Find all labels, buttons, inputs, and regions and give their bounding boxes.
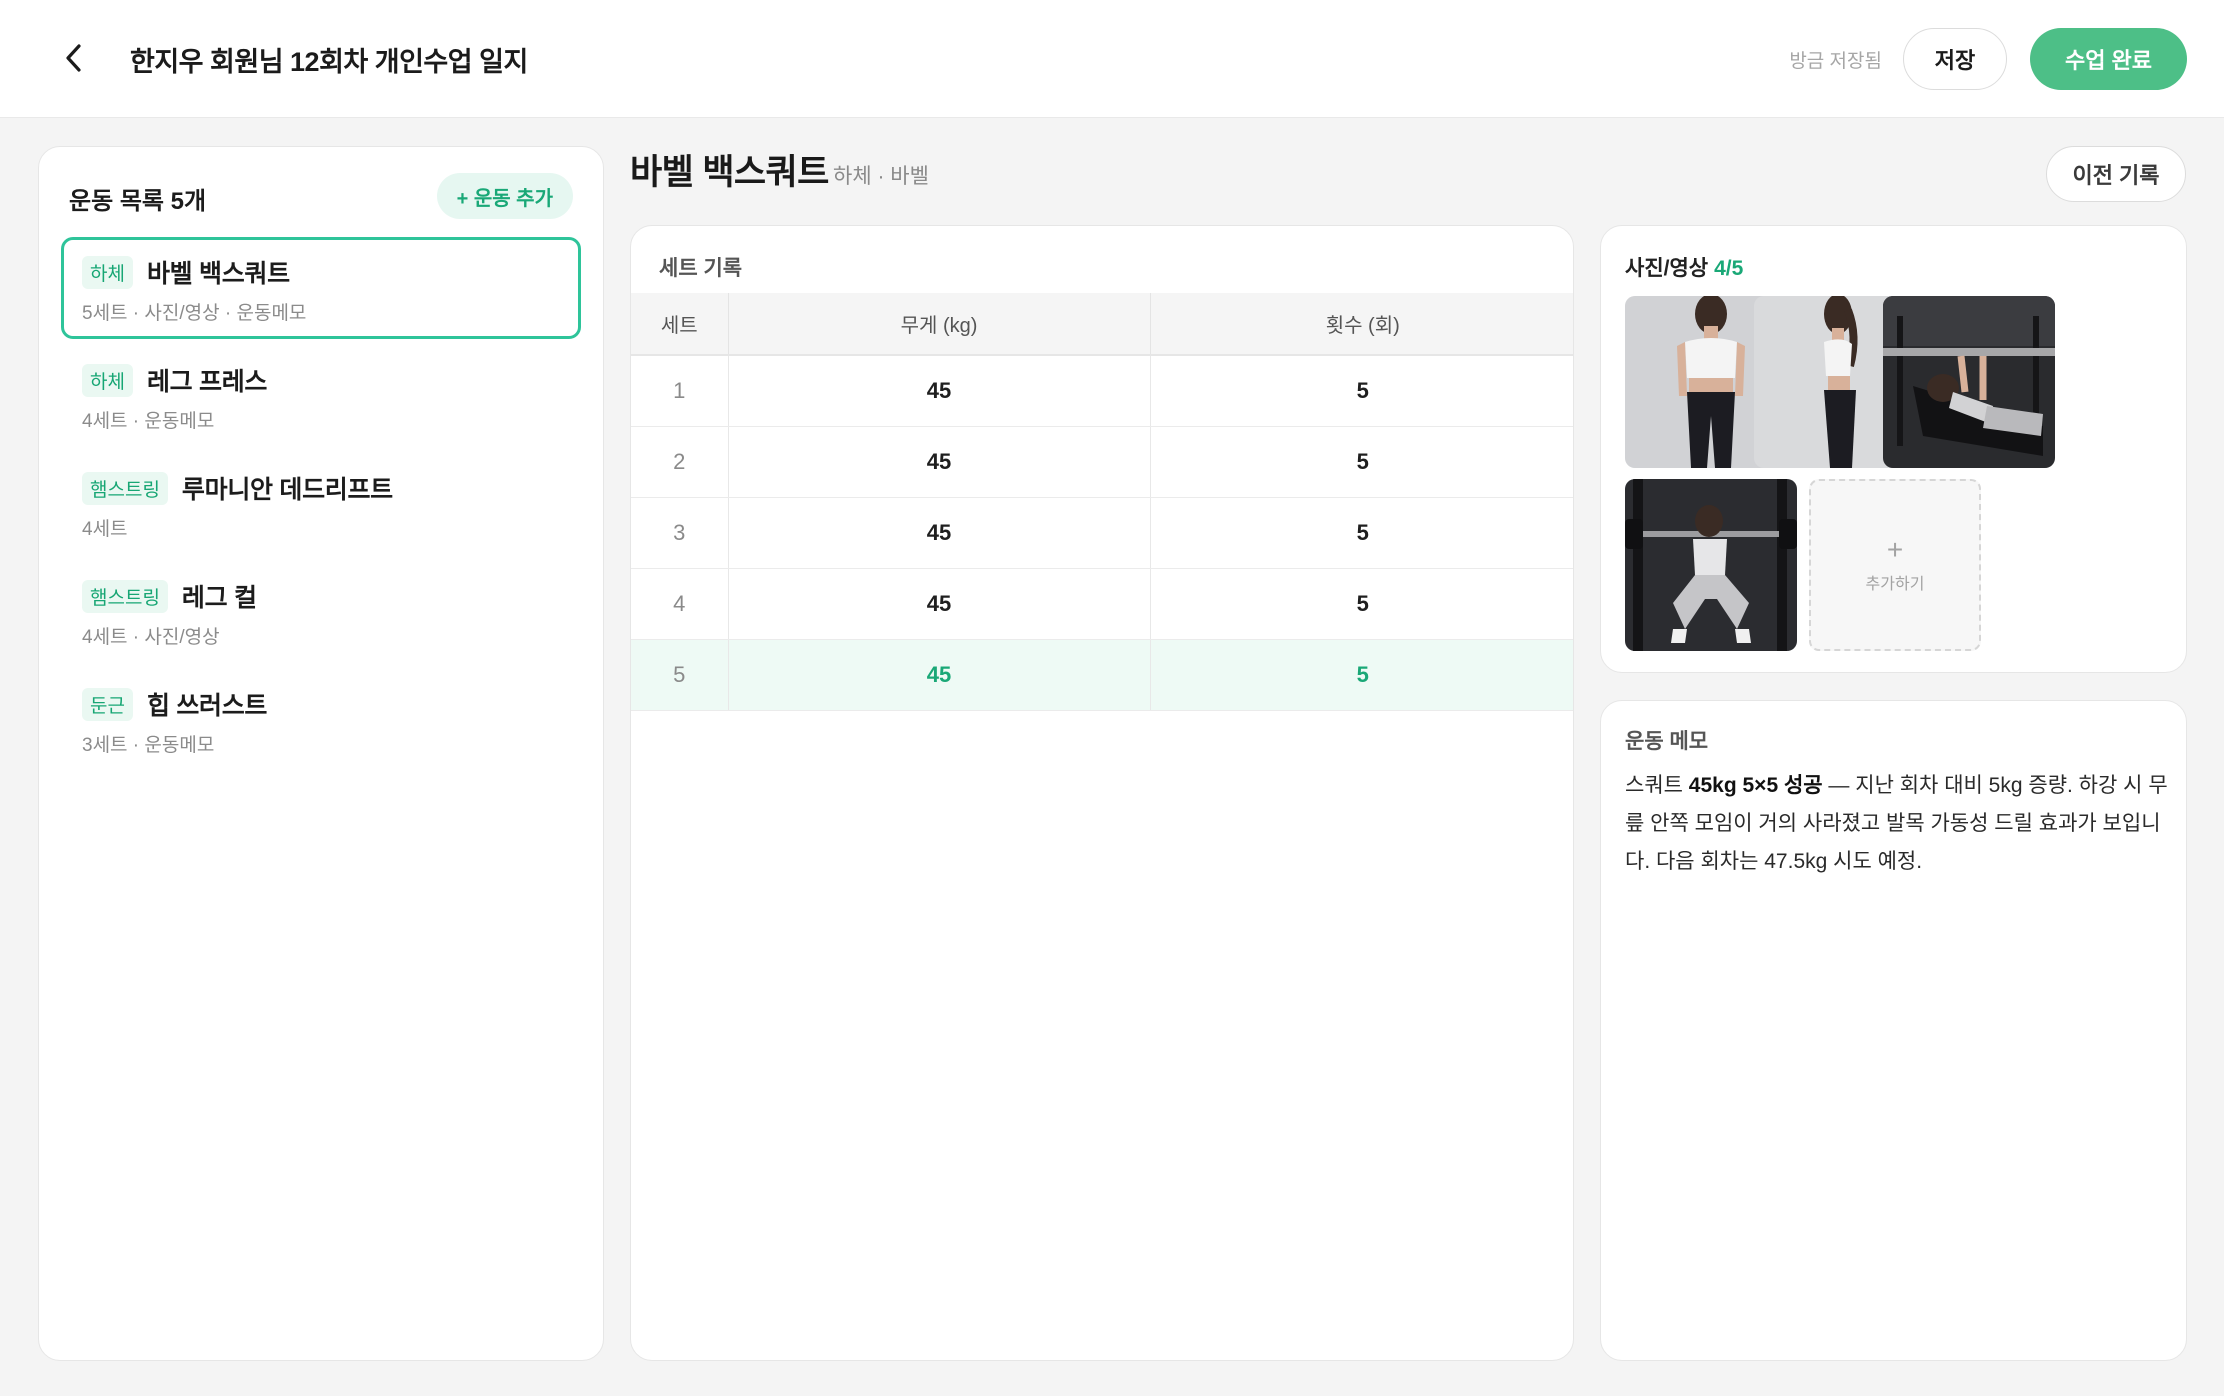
photo-squat [1625,479,1797,651]
reps-cell[interactable]: 5 [1150,355,1573,427]
set-records-table: 세트 무게 (kg) 횟수 (회) 1 45 5 2 45 5 3 45 5 4… [631,293,1573,711]
memo-title: 운동 메모 [1625,730,1709,753]
set-records-card: 세트 기록 세트 무게 (kg) 횟수 (회) 1 45 5 2 45 5 3 [630,225,1574,1361]
exercise-tag: 하체 [82,363,133,397]
exercise-meta: 3세트 · 운동메모 [82,735,215,756]
set-records-title: 세트 기록 [659,257,743,280]
exercise-tag: 하체 [82,255,133,289]
reps-cell[interactable]: 5 [1150,639,1573,711]
exercise-heading-meta: 하체 · 바벨 [833,165,929,188]
weight-cell[interactable]: 45 [728,355,1151,427]
previous-records-button[interactable]: 이전 기록 [2046,146,2186,202]
exercise-tag: 햄스트링 [82,471,168,505]
exercise-meta: 4세트 · 운동메모 [82,411,215,432]
exercise-tag: 둔근 [82,687,133,721]
exercise-name: 바벨 백스쿼트 [146,260,290,288]
exercise-meta: 5세트 · 사진/영상 · 운동메모 [82,303,307,324]
exercise-list-title: 운동 목록 5개 [69,188,207,215]
saved-status: 방금 저장됨 [1789,51,1882,72]
media-thumbnail-bench[interactable] [1883,296,2055,468]
photo-bench-press [1883,296,2055,468]
weight-cell[interactable]: 45 [728,497,1151,569]
plus-icon: + [1886,534,1904,565]
column-header-weight: 무게 (kg) [728,293,1151,356]
complete-class-button[interactable]: 수업 완료 [2030,28,2187,90]
media-title: 사진/영상 4/5 [1625,252,1743,282]
exercise-item-leg-press[interactable]: 하체 레그 프레스 4세트 · 운동메모 [61,345,581,447]
media-count: 4/5 [1714,257,1744,280]
top-bar: 한지우 회원님 12회차 개인수업 일지 방금 저장됨 저장 수업 완료 [0,0,2224,118]
exercise-meta: 4세트 [82,519,128,540]
exercise-item-hip-thrust[interactable]: 둔근 힙 쓰러스트 3세트 · 운동메모 [61,669,581,771]
column-header-reps: 횟수 (회) [1150,293,1573,356]
exercise-name: 레그 컬 [181,584,257,612]
exercise-name: 루마니안 데드리프트 [181,476,393,504]
exercise-item-barbell-back-squat[interactable]: 하체 바벨 백스쿼트 5세트 · 사진/영상 · 운동메모 [61,237,581,339]
table-row: 4 45 5 [631,568,1573,640]
exercise-tag: 햄스트링 [82,579,168,613]
column-header-set: 세트 [631,293,729,356]
exercise-item-romanian-deadlift[interactable]: 햄스트링 루마니안 데드리프트 4세트 [61,453,581,555]
exercise-heading: 바벨 백스쿼트 [630,153,829,192]
set-number: 4 [631,568,729,640]
weight-cell[interactable]: 45 [728,426,1151,498]
set-number: 5 [631,639,729,711]
save-button[interactable]: 저장 [1903,28,2007,90]
add-media-label: 추가하기 [1865,576,1925,593]
reps-cell[interactable]: 5 [1150,497,1573,569]
reps-cell[interactable]: 5 [1150,426,1573,498]
memo-lead: 스쿼트 [1625,774,1689,797]
table-header-row: 세트 무게 (kg) 횟수 (회) [631,293,1573,356]
media-thumbnail-squat[interactable] [1625,479,1797,651]
set-number: 3 [631,497,729,569]
weight-cell[interactable]: 45 [728,639,1151,711]
exercise-list: 하체 바벨 백스쿼트 5세트 · 사진/영상 · 운동메모 하체 레그 프레스 … [61,237,581,777]
back-button[interactable] [52,36,96,80]
table-row: 1 45 5 [631,355,1573,427]
table-row: 3 45 5 [631,497,1573,569]
set-number: 2 [631,426,729,498]
table-row-current: 5 45 5 [631,639,1573,711]
exercise-name: 레그 프레스 [146,368,268,396]
exercise-list-panel: 운동 목록 5개 + 운동 추가 하체 바벨 백스쿼트 5세트 · 사진/영상 … [38,146,604,1361]
set-number: 1 [631,355,729,427]
add-exercise-button[interactable]: + 운동 추가 [436,173,573,219]
media-title-label: 사진/영상 [1625,257,1709,280]
memo-text[interactable]: 스쿼트 45kg 5×5 성공 — 지난 회차 대비 5kg 증량. 하강 시 … [1625,767,2170,881]
add-media-button[interactable]: + 추가하기 [1809,479,1981,651]
table-row: 2 45 5 [631,426,1573,498]
exercise-name: 힙 쓰러스트 [146,692,268,720]
exercise-item-leg-curl[interactable]: 햄스트링 레그 컬 4세트 · 사진/영상 [61,561,581,663]
exercise-meta: 4세트 · 사진/영상 [82,627,220,648]
memo-highlight: 45kg 5×5 성공 [1688,774,1823,797]
exercise-memo-card: 운동 메모 스쿼트 45kg 5×5 성공 — 지난 회차 대비 5kg 증량.… [1600,700,2187,1361]
chevron-left-icon [66,44,81,72]
weight-cell[interactable]: 45 [728,568,1151,640]
media-card: 사진/영상 4/5 + 추가하기 [1600,225,2187,673]
page-title: 한지우 회원님 12회차 개인수업 일지 [130,47,528,77]
reps-cell[interactable]: 5 [1150,568,1573,640]
